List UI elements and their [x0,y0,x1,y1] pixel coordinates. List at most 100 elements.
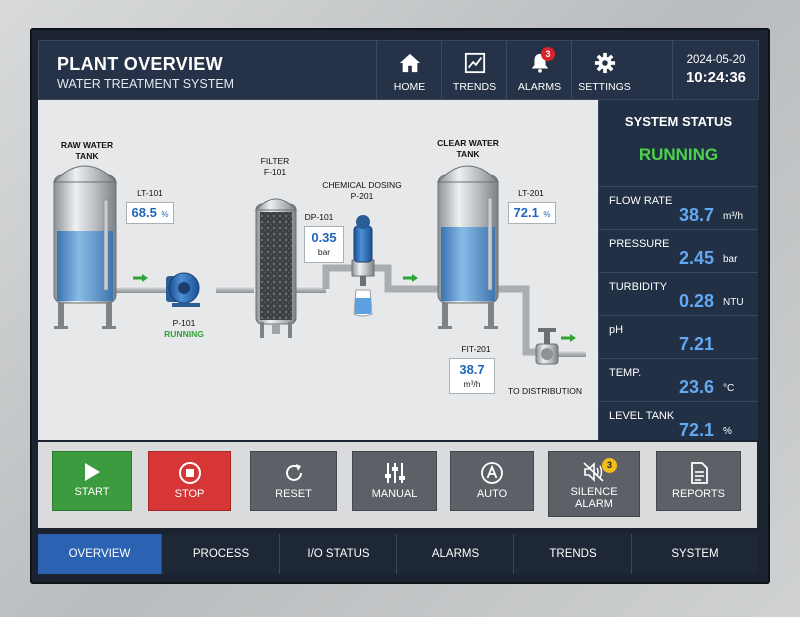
status-row-name: FLOW RATE [609,195,673,207]
status-row-pressure: PRESSURE 2.45 bar [599,230,758,273]
nav-home-label: HOME [393,81,426,93]
dp101-unit: bar [317,247,331,257]
pump-p101 [166,272,200,307]
pipe-segment [296,286,326,293]
nav-settings-button[interactable]: SETTINGS [571,41,637,99]
dosing-label-line2: P-201 [350,191,374,201]
status-row-name: LEVEL TANK [609,410,675,422]
tab-overview[interactable]: OVERVIEW [38,534,161,574]
reset-label: RESET [275,488,312,500]
raw-tank-label-line1: RAW WATER [60,140,114,150]
reports-button[interactable]: REPORTS [656,451,741,511]
dosing-label: CHEMICAL DOSING P-201 [316,180,408,202]
pipe-segment [496,285,538,356]
tab-io-status[interactable]: I/O STATUS [279,534,397,574]
pump-label: P-101 RUNNING [152,318,216,340]
reset-icon [285,464,302,481]
lt201-unit: % [543,210,551,219]
status-header: SYSTEM STATUS RUNNING [599,100,758,187]
play-icon [85,463,100,481]
fit201-unit: m³/h [463,379,481,389]
fit201-value: 38.7 [459,362,485,377]
silence-count-badge: 3 [602,458,617,473]
nav-home-button[interactable]: HOME [376,41,442,99]
process-diagram: RAW WATER TANK LT-101 68.5 % P-101 RUNNI… [38,100,598,440]
flow-arrow-icon [412,274,418,282]
outlet-label: TO DISTRIBUTION [508,386,582,396]
hmi-screen: PLANT OVERVIEW WATER TREATMENT SYSTEM HO… [30,28,770,584]
raw-water-tank [52,165,118,329]
auto-button[interactable]: AUTO [450,451,534,511]
pipe-segment [216,286,254,293]
status-row-turbidity: TURBIDITY 0.28 NTU [599,273,758,316]
status-row-flow: FLOW RATE 38.7 m³/h [599,187,758,230]
lt201-value: 72.1 [513,205,539,220]
raw-tank-label: RAW WATER TANK [52,140,122,162]
flow-arrow-icon [142,274,148,282]
stop-label: STOP [174,488,205,500]
status-row-unit: % [723,426,732,437]
start-button[interactable]: START [52,451,132,511]
action-button-bar: START STOP RESET MANUAL AUTO 3 SILENCE A… [38,442,757,528]
raw-tank-label-line2: TANK [75,151,99,161]
tab-alarms[interactable]: ALARMS [396,534,514,574]
status-row-value: 23.6 [678,377,714,397]
filter-label-line2: F-101 [263,167,287,177]
lt201-readout[interactable]: 72.1 % [508,202,556,224]
silence-alarm-button[interactable]: 3 SILENCE ALARM [548,451,640,517]
pipe-segment [322,264,352,289]
lt101-readout[interactable]: 68.5 % [126,202,174,224]
outlet-valve [535,328,559,365]
status-state: RUNNING [638,145,719,164]
flow-arrow-icon [570,334,576,342]
status-row-temp: TEMP. 23.6 °C [599,359,758,402]
dosing-label-line1: CHEMICAL DOSING [322,180,402,190]
status-row-value: 72.1 [678,420,714,440]
lt101-unit: % [161,210,169,219]
alarm-count-badge: 3 [541,47,555,61]
manual-button[interactable]: MANUAL [352,451,437,511]
dp101-readout[interactable]: 0.35 bar [304,226,344,263]
nav-alarms-button[interactable]: 3 ALARMS [506,41,572,99]
clear-tank-label-line2: TANK [456,149,480,159]
bottom-tab-bar: OVERVIEW PROCESS I/O STATUS ALARMS TREND… [38,534,757,574]
stop-icon [178,462,201,484]
nav-alarms-label: ALARMS [517,81,562,93]
fit201-readout[interactable]: 38.7 m³/h [449,358,495,394]
clear-tank-label: CLEAR WATER TANK [428,138,508,160]
status-row-unit: bar [723,254,738,265]
home-icon [399,53,420,73]
date-text: 2024-05-20 [686,54,746,66]
tab-process[interactable]: PROCESS [161,534,280,574]
header-bar: PLANT OVERVIEW WATER TREATMENT SYSTEM HO… [38,40,759,100]
clear-tank-label-line1: CLEAR WATER [437,138,499,148]
reset-button[interactable]: RESET [250,451,337,511]
auto-icon [481,462,503,484]
nav-trends-button[interactable]: TRENDS [441,41,507,99]
dosing-pump-p201 [351,215,375,317]
status-row-unit: m³/h [723,211,743,222]
stop-button[interactable]: STOP [148,451,231,511]
nav-trends-label: TRENDS [452,81,497,93]
dp101-value: 0.35 [311,230,337,245]
clock-display: 2024-05-20 10:24:36 [672,41,759,99]
system-status-panel: SYSTEM STATUS RUNNING FLOW RATE 38.7 m³/… [598,100,758,440]
status-row-value: 38.7 [678,205,714,225]
lt101-value: 68.5 [131,205,157,220]
status-row-value: 7.21 [678,334,714,354]
tab-system[interactable]: SYSTEM [631,534,758,574]
lt101-tag: LT-101 [137,188,163,198]
status-row-value: 0.28 [678,291,714,311]
page-subtitle: WATER TREATMENT SYSTEM [57,77,235,91]
pipe-segment [556,350,586,357]
status-row-ph: pH 7.21 [599,316,758,359]
status-row-name: pH [609,324,624,336]
pump-tag: P-101 [172,318,196,328]
page-title: PLANT OVERVIEW [57,54,223,74]
status-row-level: LEVEL TANK 72.1 % [599,402,758,444]
sliders-icon [384,463,405,483]
auto-label: AUTO [476,488,508,500]
document-icon [690,462,708,484]
silence-alarm-label: SILENCE ALARM [570,486,618,510]
tab-trends[interactable]: TRENDS [513,534,632,574]
